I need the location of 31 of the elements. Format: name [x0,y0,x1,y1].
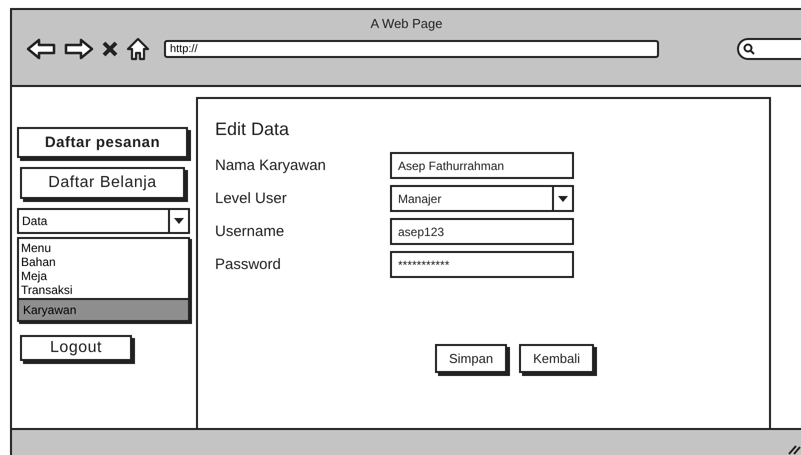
close-icon[interactable] [102,41,118,57]
dropdown-option[interactable]: Karyawan [19,298,188,320]
form-button[interactable]: Simpan [435,344,508,373]
field-label: Level User [215,190,288,207]
address-field[interactable]: http:// [164,40,659,58]
nav-button[interactable]: Daftar pesanan [17,127,188,158]
select-field[interactable]: Manajer [390,185,574,212]
logout-button[interactable]: Logout [20,335,132,361]
forward-icon[interactable] [64,38,94,60]
form-button[interactable]: Kembali [519,344,594,373]
caret-icon [558,196,568,202]
caret-icon [174,218,184,224]
dropdown-option[interactable]: Meja [19,269,188,283]
field-label: Nama Karyawan [215,157,327,174]
dropdown-option[interactable]: Bahan [19,255,188,269]
nav-button[interactable]: Daftar Belanja [20,167,185,199]
field-label: Password [215,256,282,273]
field-label: Username [215,223,286,240]
input-field[interactable]: asep123 [390,218,574,245]
search-field[interactable] [737,38,801,60]
search-icon [743,43,755,55]
resize-grip-icon[interactable] [787,443,801,455]
window-title: A Web Page [370,16,443,31]
form-title: Edit Data [215,119,290,140]
home-icon[interactable] [126,37,150,61]
back-icon[interactable] [26,38,56,60]
dropdown-option[interactable]: Menu [19,241,188,255]
dropdown[interactable]: Data [17,208,190,234]
dropdown-option[interactable]: Transaksi [19,283,188,297]
password-field[interactable]: *********** [390,251,574,278]
input-field[interactable]: Asep Fathurrahman [390,152,574,179]
